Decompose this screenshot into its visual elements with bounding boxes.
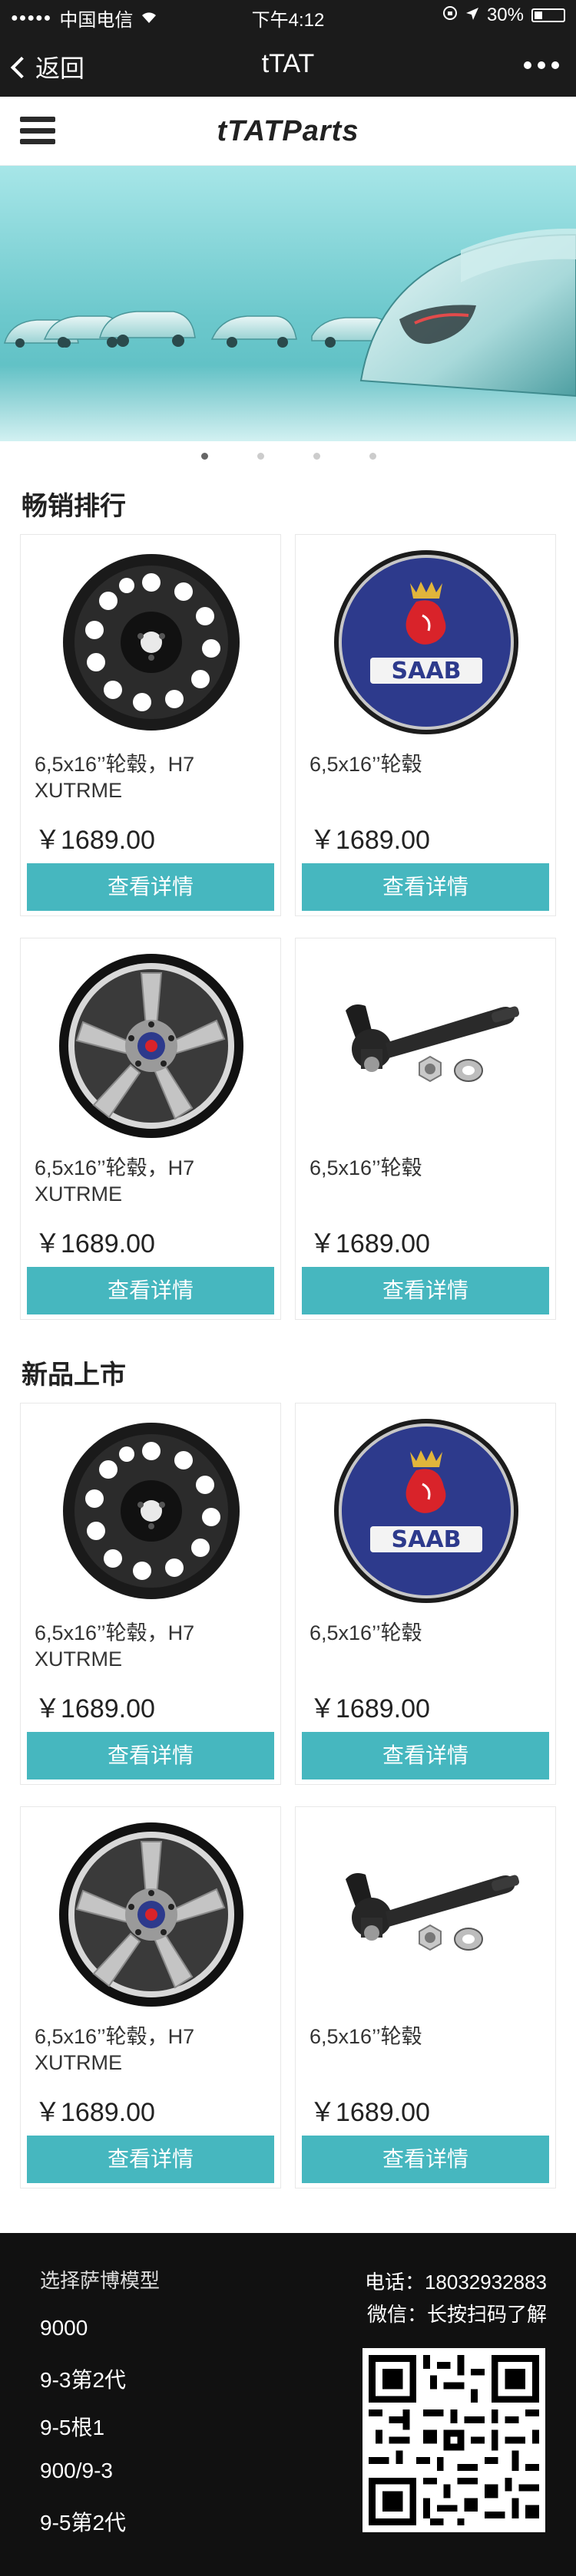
product-card[interactable]: 6,5x16’’轮毂，H7 XUTRME ￥1689.00 查看详情 <box>20 1806 281 2188</box>
site-footer: 选择萨博模型 9000 9-3第2代 9-5根1 900/9-3 9-5第2代 … <box>0 2233 576 2576</box>
section-title-new-arrivals: 新品上市 <box>22 1361 126 1390</box>
product-price: ￥1689.00 <box>310 1229 430 1258</box>
more-options-icon[interactable] <box>524 61 559 69</box>
product-name[interactable]: 6,5x16’’轮毂 <box>310 751 540 777</box>
product-price: ￥1689.00 <box>35 1694 155 1723</box>
product-price: ￥1689.00 <box>35 2098 155 2127</box>
banner-cars-image <box>0 228 576 441</box>
svg-text:SAAB: SAAB <box>392 1526 462 1553</box>
rotation-lock-icon <box>442 5 458 26</box>
view-details-button[interactable]: 查看详情 <box>302 863 549 911</box>
saab-emblem-icon: SAAB <box>311 543 541 742</box>
product-card[interactable]: SAAB 6,5x16’’轮毂 ￥1689.00 查看详情 <box>295 1403 556 1785</box>
product-name[interactable]: 6,5x16’’轮毂，H7 XUTRME <box>35 1155 265 1207</box>
nav-bar: 返回 tTAT <box>0 31 576 97</box>
tie-rod-end-icon <box>311 946 541 1146</box>
product-price: ￥1689.00 <box>35 826 155 855</box>
product-name[interactable]: 6,5x16’’轮毂 <box>310 2024 540 2050</box>
product-name[interactable]: 6,5x16’’轮毂，H7 XUTRME <box>35 2024 265 2076</box>
product-price: ￥1689.00 <box>310 826 430 855</box>
product-name[interactable]: 6,5x16’’轮毂，H7 XUTRME <box>35 751 265 803</box>
product-card[interactable]: 6,5x16’’轮毂，H7 XUTRME ￥1689.00 查看详情 <box>20 938 281 1320</box>
view-details-button[interactable]: 查看详情 <box>27 1732 274 1779</box>
tie-rod-end-icon <box>311 1815 541 2014</box>
view-details-button[interactable]: 查看详情 <box>27 1267 274 1314</box>
product-card[interactable]: 6,5x16’’轮毂，H7 XUTRME ￥1689.00 查看详情 <box>20 1403 281 1785</box>
location-arrow-icon <box>465 5 479 26</box>
carousel-indicator <box>0 453 576 465</box>
product-name[interactable]: 6,5x16’’轮毂 <box>310 1620 540 1646</box>
product-price: ￥1689.00 <box>310 2098 430 2127</box>
carousel-dot[interactable] <box>257 453 264 460</box>
product-card[interactable]: 6,5x16’’轮毂，H7 XUTRME ￥1689.00 查看详情 <box>20 534 281 916</box>
status-bar: ●●●●● 中国电信 下午4:12 30% <box>0 0 576 31</box>
status-right: 30% <box>442 5 565 26</box>
site-logo[interactable]: tTATParts <box>0 115 576 148</box>
product-name[interactable]: 6,5x16’’轮毂 <box>310 1155 540 1181</box>
saab-emblem-icon: SAAB <box>311 1411 541 1611</box>
model-link[interactable]: 900/9-3 <box>40 2459 113 2483</box>
black-steel-wheel-icon <box>36 543 266 742</box>
view-details-button[interactable]: 查看详情 <box>302 2136 549 2183</box>
view-details-button[interactable]: 查看详情 <box>27 2136 274 2183</box>
svg-text:SAAB: SAAB <box>392 658 462 684</box>
alloy-wheel-icon <box>36 946 266 1146</box>
battery-icon <box>531 8 565 22</box>
carousel-dot[interactable] <box>313 453 320 460</box>
models-title: 选择萨博模型 <box>40 2269 161 2292</box>
carousel-dot[interactable] <box>201 453 208 460</box>
hero-banner[interactable] <box>0 166 576 441</box>
product-card[interactable]: 6,5x16’’轮毂 ￥1689.00 查看详情 <box>295 1806 556 2188</box>
phone-number[interactable]: 电话：18032932883 <box>365 2267 547 2295</box>
model-link[interactable]: 9-5第2代 <box>40 2506 126 2537</box>
battery-percent: 30% <box>486 5 524 25</box>
view-details-button[interactable]: 查看详情 <box>302 1732 549 1779</box>
qr-code-icon[interactable] <box>362 2348 545 2532</box>
carousel-dot[interactable] <box>369 453 376 460</box>
product-price: ￥1689.00 <box>35 1229 155 1258</box>
model-link[interactable]: 9-3第2代 <box>40 2363 126 2394</box>
view-details-button[interactable]: 查看详情 <box>302 1267 549 1314</box>
alloy-wheel-icon <box>36 1815 266 2014</box>
site-header: tTATParts <box>0 97 576 166</box>
view-details-button[interactable]: 查看详情 <box>27 863 274 911</box>
section-title-bestsellers: 畅销排行 <box>22 492 126 521</box>
black-steel-wheel-icon <box>36 1411 266 1611</box>
model-link[interactable]: 9000 <box>40 2316 88 2340</box>
model-link[interactable]: 9-5根1 <box>40 2411 104 2442</box>
product-name[interactable]: 6,5x16’’轮毂，H7 XUTRME <box>35 1620 265 1672</box>
wechat-hint: 微信：长按扫码了解 <box>366 2303 547 2326</box>
nav-title: tTAT <box>261 49 315 78</box>
product-price: ￥1689.00 <box>310 1694 430 1723</box>
product-card[interactable]: 6,5x16’’轮毂 ￥1689.00 查看详情 <box>295 938 556 1320</box>
product-card[interactable]: SAAB 6,5x16’’轮毂 ￥1689.00 查看详情 <box>295 534 556 916</box>
